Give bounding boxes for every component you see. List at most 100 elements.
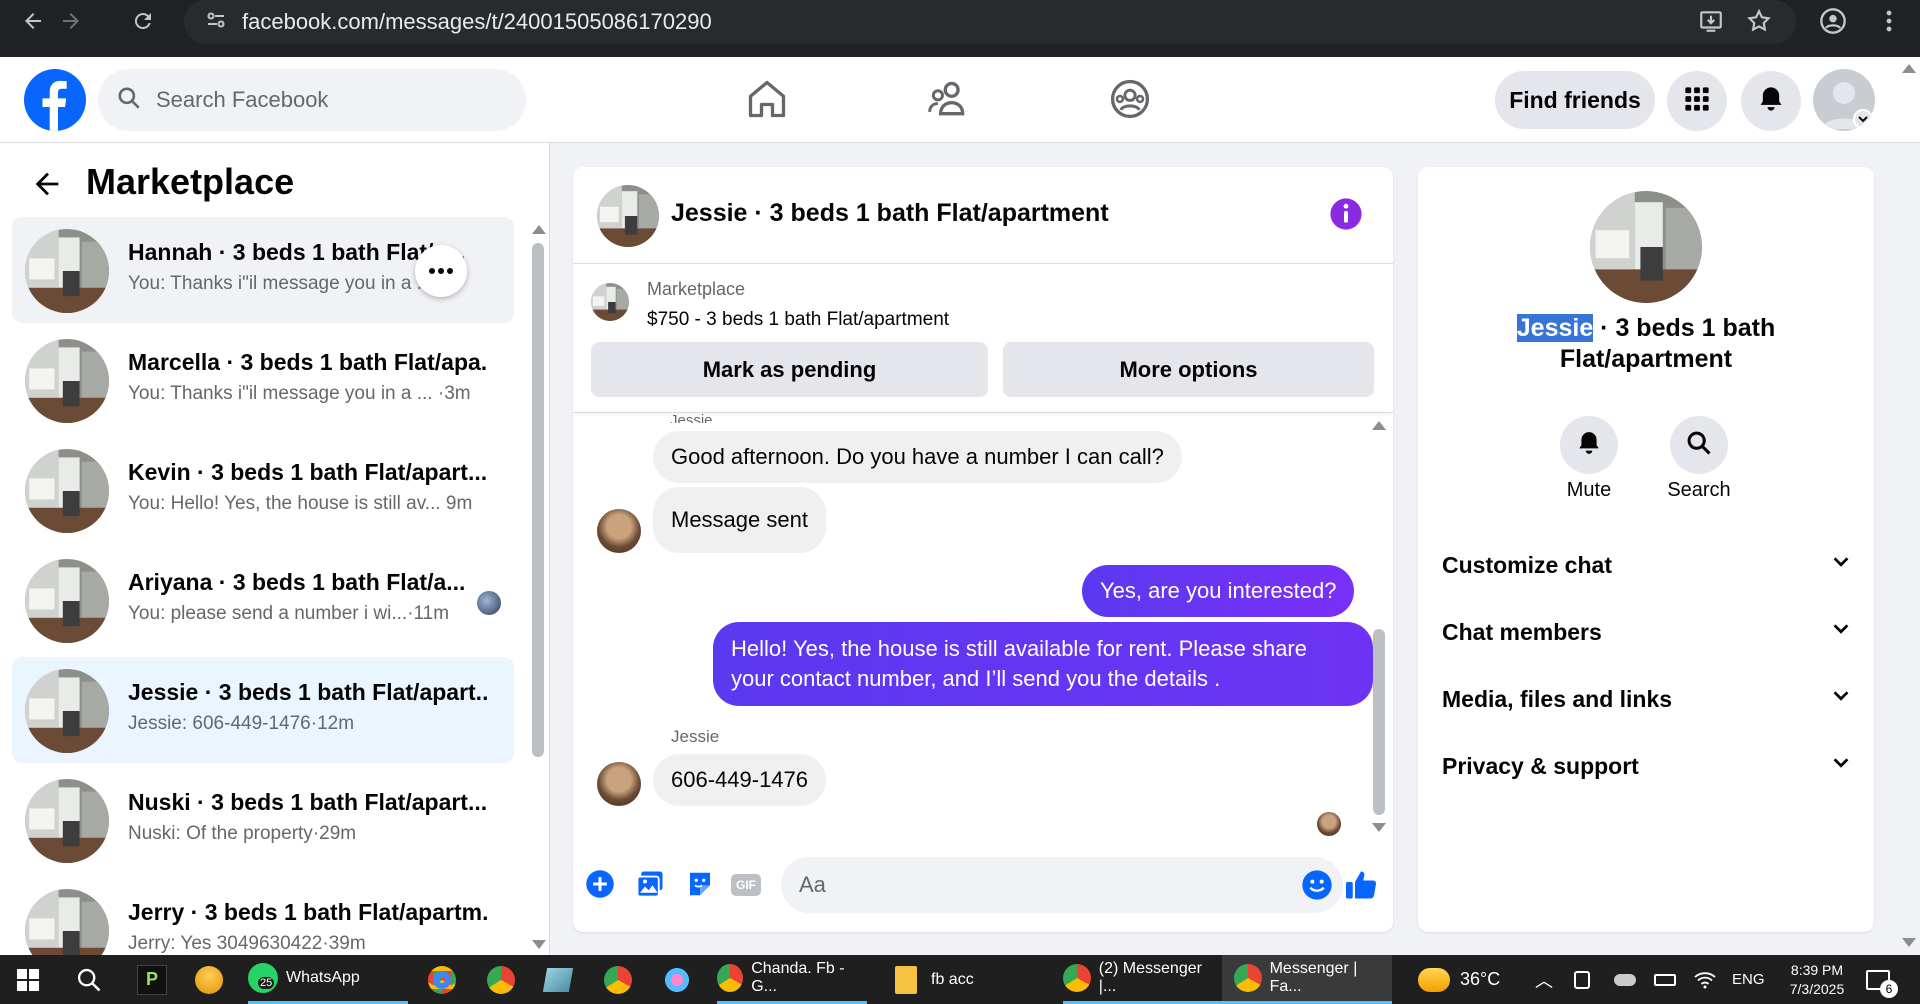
app-p-icon[interactable]: P [137, 955, 167, 1004]
message-bubble[interactable]: 606-449-1476 [653, 754, 827, 806]
info-icon[interactable] [1329, 197, 1363, 236]
chrome-icon[interactable] [487, 955, 515, 1004]
details-name-part: Flat/apartment [1559, 345, 1733, 373]
profile-icon[interactable] [1814, 2, 1852, 40]
paint-icon[interactable] [663, 955, 691, 1004]
wifi-icon[interactable] [1694, 955, 1716, 1004]
notification-center-icon[interactable]: 6 [1866, 955, 1898, 1004]
details-avatar[interactable] [1590, 191, 1702, 303]
tablet-icon[interactable] [542, 955, 574, 1004]
listing-thumbnail[interactable] [591, 283, 629, 321]
mute-button[interactable] [1560, 416, 1618, 474]
conversation-item-hannah[interactable]: Hannah · 3 beds 1 bath Flat/a... You: Th… [12, 217, 514, 323]
home-icon[interactable] [745, 77, 789, 126]
customize-chat-row[interactable]: Customize chat [1442, 540, 1852, 590]
weather-widget[interactable]: 36°C [1418, 955, 1500, 1004]
windows-start-icon[interactable] [16, 955, 40, 1004]
tray-device-icon[interactable] [1574, 955, 1590, 1004]
chrome-profile-icon[interactable] [428, 955, 456, 1004]
find-friends-button[interactable]: Find friends [1495, 71, 1655, 129]
sender-avatar[interactable] [597, 762, 641, 806]
conversation-list-panel: Marketplace Hannah · 3 beds 1 bath Flat/… [0, 143, 550, 955]
chat-title[interactable]: Jessie · 3 beds 1 bath Flat/apartment [671, 199, 1109, 228]
conversation-item-ariyana[interactable]: Ariyana · 3 beds 1 bath Flat/a... You: p… [12, 547, 514, 653]
chat-scrollbar-thumb[interactable] [1373, 629, 1385, 815]
taskbar-chrome-window[interactable]: Chanda. Fb - G... [717, 955, 867, 1004]
conversation-options-button[interactable] [415, 245, 467, 297]
star-icon[interactable] [1746, 8, 1772, 39]
address-bar[interactable]: facebook.com/messages/t/2400150508617029… [184, 0, 1796, 44]
friends-icon[interactable] [926, 77, 970, 126]
scroll-down-arrow[interactable] [532, 940, 546, 949]
tray-chevron-up-icon[interactable]: ︿ [1535, 955, 1553, 1004]
message-line: your contact number, and I’ll send you t… [731, 666, 1221, 691]
groups-icon[interactable] [1108, 77, 1152, 126]
scroll-down-arrow[interactable] [1372, 823, 1386, 832]
sender-avatar[interactable] [597, 509, 641, 553]
privacy-support-row[interactable]: Privacy & support [1442, 741, 1852, 791]
media-files-links-row[interactable]: Media, files and links [1442, 674, 1852, 724]
menu-grid-button[interactable] [1667, 71, 1727, 131]
notifications-button[interactable] [1741, 71, 1801, 131]
message-input[interactable]: Aa [781, 857, 1343, 913]
message-bubble-sent[interactable]: Hello! Yes, the house is still available… [713, 622, 1373, 706]
conversation-name: Nuski · 3 beds 1 bath Flat/apart... [128, 789, 488, 815]
message-bubble[interactable]: Message sent [653, 487, 826, 553]
site-info-icon[interactable] [204, 8, 228, 37]
search-in-chat-button[interactable] [1670, 416, 1728, 474]
list-scrollbar-thumb[interactable] [532, 243, 544, 757]
conversation-item-nuski[interactable]: Nuski · 3 beds 1 bath Flat/apart... Nusk… [12, 767, 514, 873]
chrome-profile-icon[interactable] [604, 955, 632, 1004]
conversation-name: Kevin · 3 beds 1 bath Flat/apart... [128, 459, 488, 485]
reload-icon[interactable] [124, 2, 162, 40]
chevron-down-icon [1830, 685, 1852, 713]
install-icon[interactable] [1698, 8, 1724, 39]
taskbar-whatsapp[interactable]: 25 WhatsApp [248, 955, 408, 1004]
facebook-logo-icon[interactable] [24, 69, 86, 131]
search-label: Search [1667, 479, 1731, 501]
taskbar-messenger-active[interactable]: Messenger | Fa... [1222, 955, 1392, 1004]
conversation-item-jessie[interactable]: Jessie · 3 beds 1 bath Flat/apart... Jes… [12, 657, 514, 763]
forward-icon[interactable] [52, 2, 90, 40]
mark-as-pending-button[interactable]: Mark as pending [591, 342, 988, 397]
photo-icon[interactable] [635, 869, 665, 904]
search-icon[interactable] [75, 955, 103, 1004]
listing-label: Marketplace [647, 279, 746, 299]
listing-title[interactable]: $750 - 3 beds 1 bath Flat/apartment [647, 309, 949, 331]
back-arrow-icon[interactable] [30, 167, 64, 206]
header-divider [573, 263, 1393, 264]
language-indicator[interactable]: ENG [1732, 955, 1765, 1004]
url-text[interactable]: facebook.com/messages/t/2400150508617029… [242, 9, 712, 35]
chat-header-avatar[interactable] [597, 185, 659, 247]
page-scroll-up-arrow[interactable] [1902, 64, 1916, 73]
message-bubble[interactable]: Good afternoon. Do you have a number I c… [653, 431, 1182, 483]
battery-icon[interactable] [1654, 955, 1676, 1004]
taskbar-messenger-2[interactable]: (2) Messenger |... [1063, 955, 1223, 1004]
clock[interactable]: 8:39 PM 7/3/2025 [1772, 955, 1862, 1004]
account-avatar[interactable] [1813, 69, 1875, 131]
gif-icon[interactable]: GIF [731, 874, 761, 896]
chevron-down-icon [1830, 618, 1852, 646]
taskbar-folder[interactable]: fb acc [895, 955, 1045, 1004]
add-plus-icon[interactable] [585, 869, 615, 904]
tray-cloud-icon[interactable] [1614, 955, 1636, 1004]
facebook-header: Search Facebook Find friends [0, 57, 1920, 143]
search-input[interactable]: Search Facebook [98, 69, 526, 131]
scroll-up-arrow[interactable] [1372, 421, 1386, 430]
sticker-icon[interactable] [685, 869, 715, 904]
conversation-item-marcella[interactable]: Marcella · 3 beds 1 bath Flat/apa... You… [12, 327, 514, 433]
page-scroll-down-arrow[interactable] [1902, 938, 1916, 947]
app-helmet-icon[interactable] [195, 955, 223, 1004]
conversation-item-jerry[interactable]: Jerry · 3 beds 1 bath Flat/apartm... Jer… [12, 877, 514, 955]
sender-name: Jessie [671, 727, 720, 746]
thumbs-up-icon[interactable] [1343, 867, 1379, 908]
emoji-icon[interactable] [1301, 869, 1333, 906]
more-options-button[interactable]: More options [1003, 342, 1374, 397]
conversation-item-kevin[interactable]: Kevin · 3 beds 1 bath Flat/apart... You:… [12, 437, 514, 543]
menu-icon[interactable] [1870, 2, 1908, 40]
conversation-name: Marcella · 3 beds 1 bath Flat/apa... [128, 349, 488, 375]
chat-members-row[interactable]: Chat members [1442, 607, 1852, 657]
back-icon[interactable] [14, 2, 52, 40]
message-bubble-sent[interactable]: Yes, are you interested? [1082, 565, 1355, 617]
scroll-up-arrow[interactable] [532, 225, 546, 234]
